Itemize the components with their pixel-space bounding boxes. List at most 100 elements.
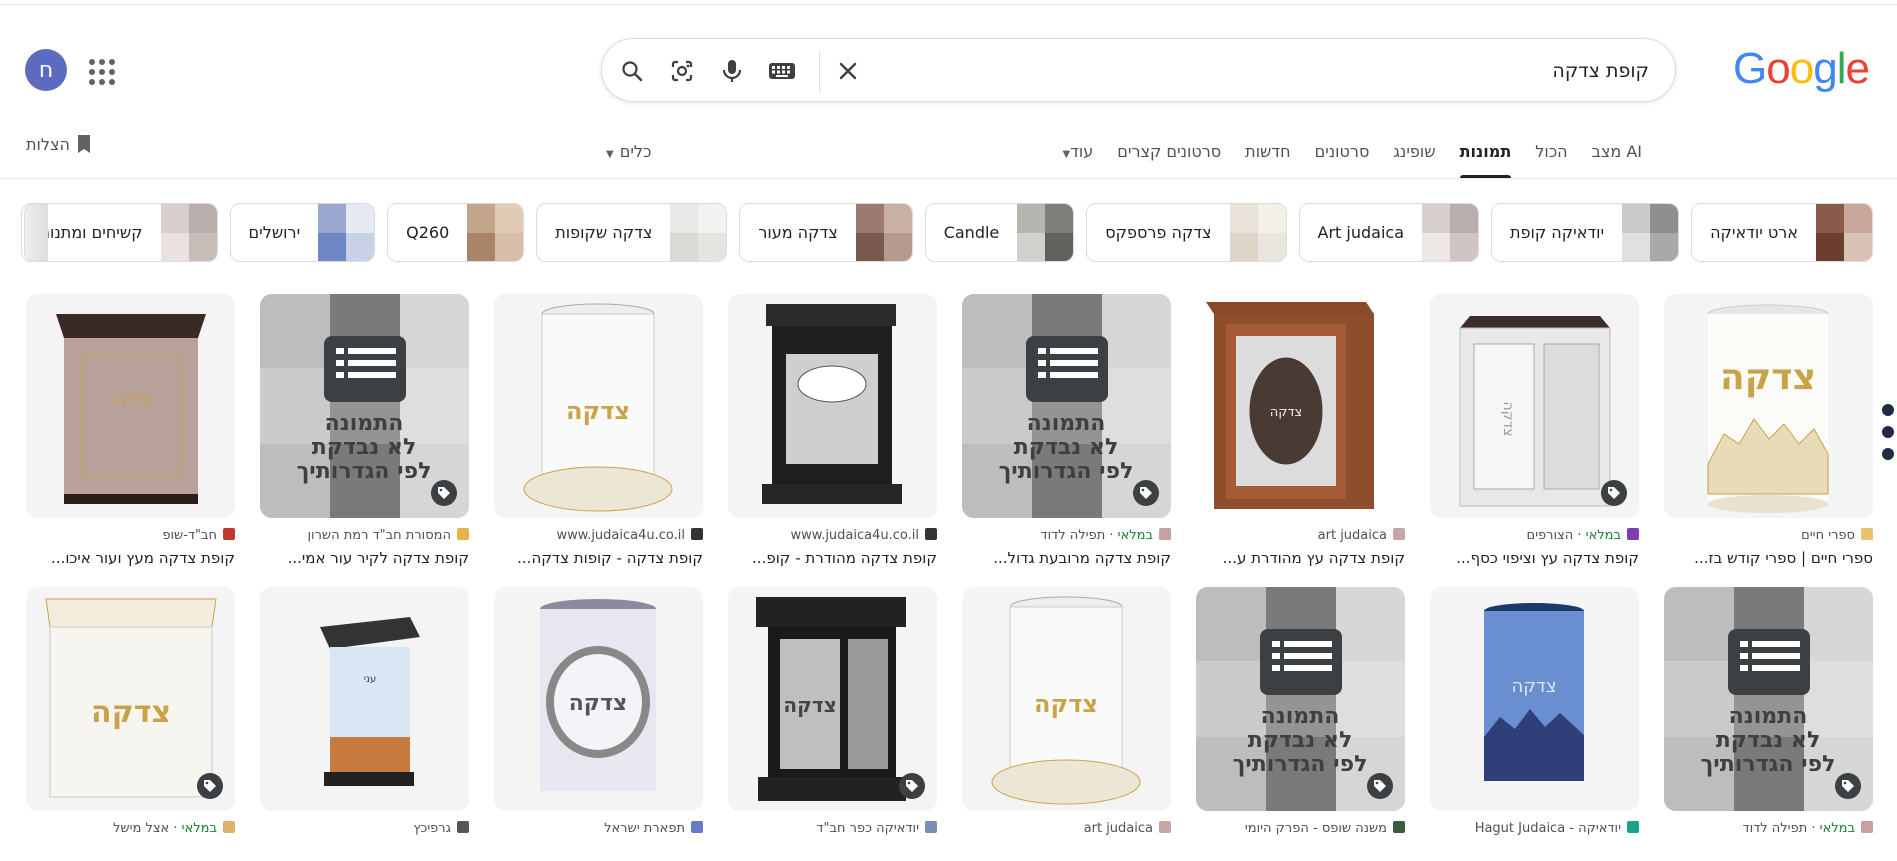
saves-button[interactable]: הצלות (26, 134, 92, 154)
tools-button[interactable]: ▼ כלים (606, 142, 651, 161)
result-image[interactable]: צדקה (26, 294, 235, 518)
result-source[interactable]: ספרי חיים (1664, 528, 1873, 545)
image-result-card[interactable]: צדקה art judaica (962, 587, 1171, 838)
related-chip[interactable]: Q260 (387, 203, 525, 262)
chip-overflow[interactable] (24, 203, 48, 262)
result-source[interactable]: במלאי · תפילה לדוד (1664, 821, 1873, 838)
tab-2[interactable]: תמונות (1448, 140, 1524, 178)
related-chip[interactable]: ירושלים (229, 203, 376, 262)
image-result-card[interactable]: צדקה www.judaica4u.co.il קופת צדקה - קופות… (494, 294, 703, 567)
search-bar (601, 38, 1676, 102)
result-source[interactable]: art judaica (1196, 528, 1405, 545)
image-result-card[interactable]: www.judaica4u.co.il קופת צדקה מהודרת - קו… (728, 294, 937, 567)
source-name: תפילה לדוד (1742, 821, 1808, 836)
microphone-icon[interactable] (716, 55, 748, 87)
result-source[interactable]: יודאיקה - Hagut Judaica (1430, 821, 1639, 838)
result-source[interactable]: חב"ד-שופ (26, 528, 235, 545)
tab-4[interactable]: סרטונים (1303, 140, 1382, 178)
result-image[interactable]: צדקה (1664, 294, 1873, 518)
tab-0[interactable]: מצב AI (1580, 140, 1654, 178)
result-image[interactable]: צדקה (728, 587, 937, 811)
apps-grid-icon[interactable] (85, 55, 115, 85)
result-title[interactable]: קופת צדקה מרובעת גדול... (962, 549, 1171, 567)
related-chip[interactable]: קשיחים ומתנות (20, 203, 218, 262)
chip-thumbnail (1229, 204, 1286, 261)
logo-letter: l (1836, 44, 1847, 93)
result-image[interactable]: התמונה לא נבדקת לפי הגדרותיך (260, 294, 469, 518)
result-source[interactable]: במלאי · אצל מישל (26, 821, 235, 838)
image-result-card[interactable]: צדקה יודאיקה - Hagut Judaica (1430, 587, 1639, 838)
result-title[interactable]: קופת צדקה מהודרת - קופ... (728, 549, 937, 567)
result-source[interactable]: תפארת ישראל (494, 821, 703, 838)
related-chip[interactable]: צדקה פרספקס (1086, 203, 1287, 262)
result-source[interactable]: www.judaica4u.co.il (728, 528, 937, 545)
related-chip[interactable]: צדקה מעור (739, 203, 913, 262)
result-image[interactable] (728, 294, 937, 518)
related-chip[interactable]: Candle (924, 203, 1075, 262)
source-name: המסורת חב"ד רמת השרון (307, 528, 451, 543)
image-result-card[interactable]: צדקה art judaica קופת צדקה עץ מהודרת ע... (1196, 294, 1405, 567)
image-result-card[interactable]: צדקה יודאיקה כפר חב"ד (728, 587, 937, 838)
related-chip[interactable]: יודאיקה קופת (1491, 203, 1680, 262)
related-chip[interactable]: צדקה שקופות (536, 203, 728, 262)
clear-icon[interactable] (832, 55, 864, 87)
result-source[interactable]: יודאיקה כפר חב"ד (728, 821, 937, 838)
image-result-card[interactable]: התמונה לא נבדקת לפי הגדרותיך במלאי · תפילה … (1664, 587, 1873, 838)
tab-label: סרטונים (1314, 142, 1370, 161)
result-source[interactable]: המסורת חב"ד רמת השרון (260, 528, 469, 545)
chip-thumbnail (1622, 204, 1679, 261)
image-result-card[interactable]: התמונה לא נבדקת לפי הגדרותיך במלאי · תפילה … (962, 294, 1171, 567)
image-result-card[interactable]: צדקה במלאי · אצל מישל (26, 587, 235, 838)
google-logo[interactable]: Google (1733, 44, 1870, 94)
result-source[interactable]: art judaica (962, 821, 1171, 838)
result-source[interactable]: גרפיכץ (260, 821, 469, 838)
tag-icon (1601, 480, 1627, 506)
saves-label: הצלות (26, 134, 70, 154)
result-image[interactable]: התמונה לא נבדקת לפי הגדרותיך (1196, 587, 1405, 811)
search-icon[interactable] (616, 55, 648, 87)
result-source[interactable]: במלאי · תפילה לדוד (962, 528, 1171, 545)
result-source[interactable]: www.judaica4u.co.il (494, 528, 703, 545)
result-source[interactable]: משנה שופס - הפרק היומי (1196, 821, 1405, 838)
avatar[interactable]: ח (25, 49, 67, 91)
lens-icon[interactable] (666, 55, 698, 87)
image-result-card[interactable]: התמונה לא נבדקת לפי הגדרותיך המסורת חב"ד רמ… (260, 294, 469, 567)
result-title[interactable]: קופת צדקה לקיר עור אמי... (260, 549, 469, 567)
keyboard-icon[interactable] (766, 55, 798, 87)
result-source[interactable]: במלאי · הצורפים (1430, 528, 1639, 545)
image-result-card[interactable]: עני גרפיכץ (260, 587, 469, 838)
image-result-card[interactable]: צדקה תפארת ישראל (494, 587, 703, 838)
image-result-card[interactable]: צדקה ספרי חיים ספרי חיים | ספרי קודש בז... (1664, 294, 1873, 567)
result-title[interactable]: קופת צדקה מעץ ועור איכו... (26, 549, 235, 567)
image-result-card[interactable]: התמונה לא נבדקת לפי הגדרותיך משנה שופס - הפ… (1196, 587, 1405, 838)
result-image[interactable]: צדקה (1430, 294, 1639, 518)
result-image[interactable]: צדקה (494, 587, 703, 811)
result-image[interactable]: עני (260, 587, 469, 811)
result-title[interactable]: ספרי חיים | ספרי קודש בז... (1664, 549, 1873, 567)
result-image[interactable]: התמונה לא נבדקת לפי הגדרותיך (1664, 587, 1873, 811)
tab-7[interactable]: ▼עוד (1044, 140, 1105, 178)
result-image[interactable]: צדקה (1196, 294, 1405, 518)
result-image[interactable]: צדקה (494, 294, 703, 518)
tab-6[interactable]: סרטונים קצרים (1105, 140, 1233, 178)
tab-1[interactable]: הכול (1523, 140, 1579, 178)
source-name: אצל מישל (112, 821, 170, 836)
search-input[interactable] (889, 53, 1649, 89)
svg-text:התמונה: התמונה (1027, 411, 1106, 436)
related-chip[interactable]: ארט יודאיקה (1691, 203, 1873, 262)
result-title[interactable]: קופת צדקה עץ וציפוי כסף... (1430, 549, 1639, 567)
result-image[interactable]: צדקה (26, 587, 235, 811)
image-result-card[interactable]: צדקה במלאי · הצורפים קופת צדקה עץ וציפוי כ… (1430, 294, 1639, 567)
result-title[interactable]: קופת צדקה - קופות צדקה... (494, 549, 703, 567)
more-options-icon[interactable] (1882, 404, 1894, 470)
related-chip[interactable]: Art judaica (1298, 203, 1479, 262)
svg-text:לא נבדקת: לא נבדקת (1248, 728, 1353, 753)
favicon-icon (223, 821, 235, 833)
tab-3[interactable]: שופינג (1381, 140, 1447, 178)
image-result-card[interactable]: צדקה חב"ד-שופ קופת צדקה מעץ ועור איכו... (26, 294, 235, 567)
result-image[interactable]: צדקה (962, 587, 1171, 811)
result-title[interactable]: קופת צדקה עץ מהודרת ע... (1196, 549, 1405, 567)
tab-5[interactable]: חדשות (1233, 140, 1302, 178)
result-image[interactable]: צדקה (1430, 587, 1639, 811)
result-image[interactable]: התמונה לא נבדקת לפי הגדרותיך (962, 294, 1171, 518)
